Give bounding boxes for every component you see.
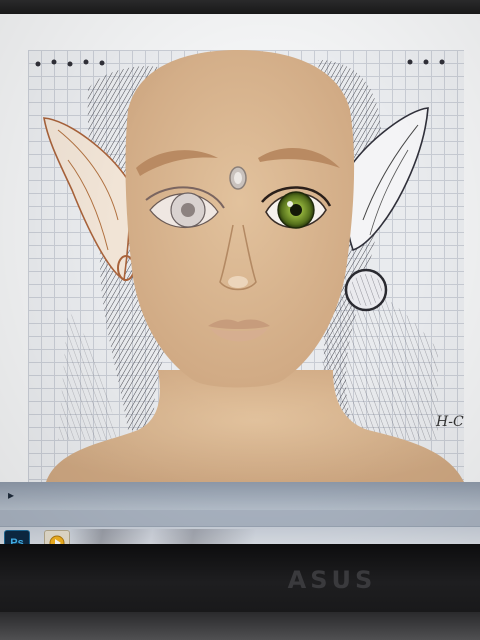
brand-logo: ASUS (287, 566, 377, 594)
expand-arrow-icon[interactable]: ▸ (8, 488, 22, 502)
photoshop-icon[interactable]: Ps (4, 530, 30, 544)
media-player-icon[interactable] (44, 530, 70, 544)
windows-taskbar: Ps (0, 526, 480, 544)
drawing-canvas[interactable]: H-C (28, 50, 464, 482)
play-icon (49, 535, 65, 544)
panel-strip (0, 482, 480, 510)
taskbar-wallpaper-pattern (70, 529, 480, 544)
photoshop-label: Ps (10, 537, 24, 544)
desk-surface (0, 612, 480, 640)
timeline-panel: ▸ (0, 482, 480, 526)
screen: H-C ▸ Ps (0, 14, 480, 544)
artist-signature: H-C (436, 414, 464, 430)
elf-portrait-artwork (35, 50, 464, 482)
